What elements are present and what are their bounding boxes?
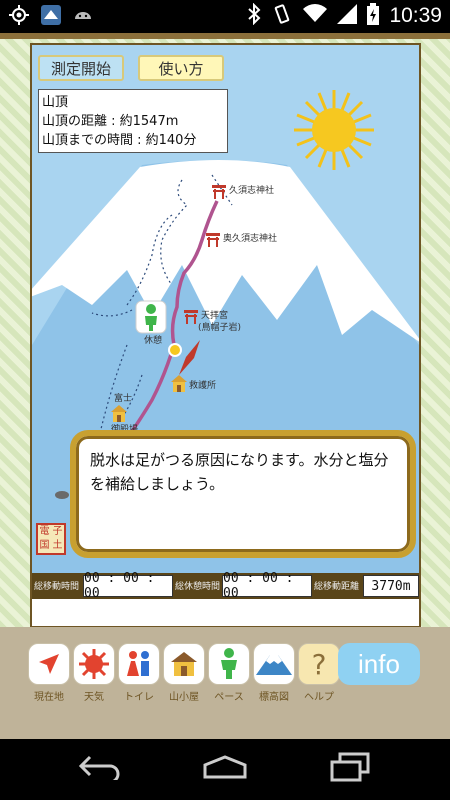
wifi-icon: [303, 4, 328, 28]
status-bar: 10:39: [0, 0, 450, 33]
info-distance: 山頂の距離 : 約1547m: [42, 114, 179, 129]
battery-icon: [367, 3, 380, 29]
help-button[interactable]: ? ヘルプ: [298, 643, 340, 703]
rest-time-value: 00 : 00 : 00: [222, 571, 312, 601]
location-icon: [8, 4, 30, 26]
info-title: 山頂: [42, 95, 69, 110]
moving-time-value: 00 : 00 : 00: [83, 571, 173, 601]
shrine-label-1: 久須志神社: [229, 186, 275, 196]
current-location-icon: [28, 643, 70, 685]
help-icon: ?: [298, 643, 340, 685]
timer-bar: 総移動時間 00 : 00 : 00 総休憩時間 00 : 00 : 00 総移…: [32, 571, 419, 601]
hut-label-1: 富士: [114, 394, 133, 404]
how-to-button[interactable]: 使い方: [138, 55, 224, 81]
bluetooth-icon: [247, 2, 261, 29]
home-button[interactable]: [200, 752, 250, 786]
shrine-label-3b: (鳥帽子岩): [198, 323, 242, 333]
recent-apps-icon: [330, 752, 370, 786]
weather-sun-icon: [73, 643, 115, 685]
recent-apps-button[interactable]: [325, 752, 375, 786]
pace-button[interactable]: ペース: [208, 643, 250, 703]
denshi-kokudo-badge: 電 子 国 土: [36, 523, 66, 555]
bottom-toolbar: 現在地 天気 トイレ 山小屋 ペース 標高図 ? ヘルプ info: [28, 643, 428, 707]
map-frame: 久須志神社 奥久須志神社 天拝宮 (鳥帽子岩) 休憩 救護所 富士 御殿場 測定…: [30, 43, 421, 628]
clock: 10:39: [389, 4, 442, 27]
sun-icon: [294, 90, 374, 170]
mountain-hut-button[interactable]: 山小屋: [163, 643, 205, 703]
back-arrow-icon: [78, 754, 122, 784]
navigation-bar: [0, 739, 450, 800]
distance-value: 3770m: [363, 575, 419, 597]
elevation-chart-button[interactable]: 標高図: [253, 643, 295, 703]
rescue-label: 救護所: [189, 381, 217, 391]
home-icon: [202, 755, 248, 783]
shrine-label-2: 奥久須志神社: [223, 234, 278, 244]
info-time: 山頂までの時間 : 約140分: [42, 133, 197, 148]
advice-message-box: 脱水は足がつる原因になります。水分と塩分を補給しましょう。: [70, 430, 416, 558]
toilet-icon: [118, 643, 160, 685]
toilet-button[interactable]: トイレ: [118, 643, 160, 703]
rest-label: 休憩: [144, 336, 163, 346]
info-button[interactable]: info: [338, 643, 420, 685]
app-area: 久須志神社 奥久須志神社 天拝宮 (鳥帽子岩) 休憩 救護所 富士 御殿場 測定…: [0, 33, 450, 739]
android-icon: [72, 4, 94, 26]
trail-map[interactable]: 久須志神社 奥久須志神社 天拝宮 (鳥帽子岩) 休憩 救護所 富士 御殿場 測定…: [32, 45, 419, 573]
summit-info-box: 山頂 山頂の距離 : 約1547m 山頂までの時間 : 約140分: [38, 89, 228, 153]
vibrate-icon: [271, 3, 293, 29]
moving-time-label: 総移動時間: [34, 582, 80, 592]
current-location-button[interactable]: 現在地: [28, 643, 70, 703]
distance-label: 総移動距離: [314, 582, 360, 592]
pace-hiker-icon: [208, 643, 250, 685]
advice-message: 脱水は足がつる原因になります。水分と塩分を補給しましょう。: [90, 451, 389, 493]
top-band: [0, 33, 450, 39]
weather-button[interactable]: 天気: [73, 643, 115, 703]
app-notification-icon: [40, 4, 62, 26]
back-button[interactable]: [75, 752, 125, 786]
mountain-hut-icon: [163, 643, 205, 685]
signal-icon: [337, 4, 358, 28]
elevation-chart-icon: [253, 643, 295, 685]
rest-time-label: 総休憩時間: [175, 582, 221, 592]
measure-start-button[interactable]: 測定開始: [38, 55, 124, 81]
hiker-marker: [135, 300, 167, 334]
